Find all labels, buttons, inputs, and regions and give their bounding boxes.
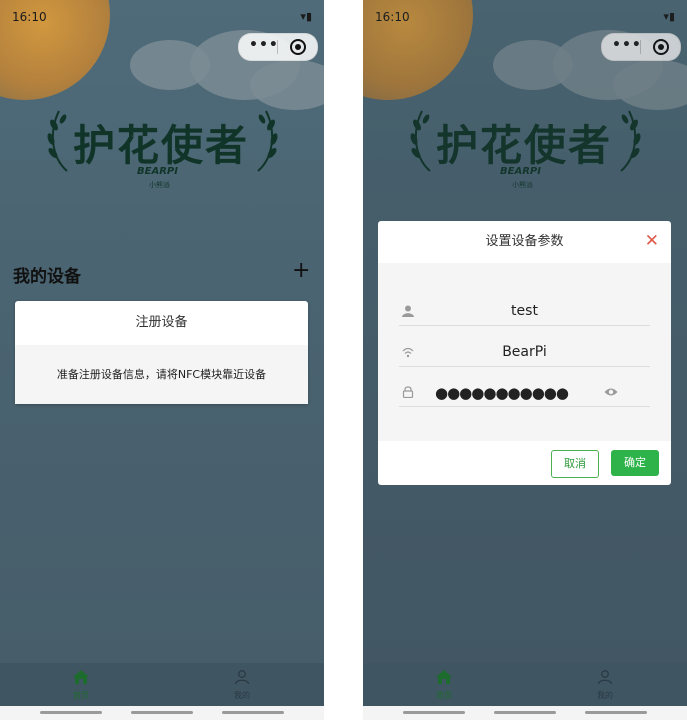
close-miniprogram-icon[interactable]	[290, 39, 306, 55]
logo-subtitle: 小熊派	[149, 181, 170, 189]
modal-title: 注册设备	[135, 315, 188, 330]
mini-program-capsule[interactable]: •••	[238, 33, 318, 61]
phone-screen-set-params: 16:10 ▾▮ ••• 护花使者 BEARPI 小熊派 设置设备参数 ✕ te…	[363, 0, 687, 720]
lock-icon	[402, 386, 414, 398]
laurel-right-icon	[257, 110, 278, 172]
user-icon	[597, 670, 613, 685]
logo-brand: BEARPI	[137, 166, 178, 177]
add-device-button[interactable]: +	[292, 258, 310, 283]
laurel-left-icon	[47, 110, 68, 172]
modal-message: 准备注册设备信息，请将NFC模块靠近设备	[15, 345, 308, 404]
confirm-button[interactable]: 确定	[611, 450, 659, 476]
dialog-title: 设置设备参数	[485, 234, 564, 249]
wifi-ssid-value[interactable]: BearPi	[399, 344, 650, 360]
status-time: 16:10	[12, 10, 47, 24]
wifi-ssid-field[interactable]: BearPi	[399, 340, 650, 367]
user-icon	[234, 670, 250, 685]
gesture-bar	[0, 706, 324, 720]
status-icons: ▾▮	[300, 10, 312, 23]
username-value[interactable]: test	[399, 303, 650, 319]
tab-mine-label: 我的	[234, 691, 250, 700]
password-value[interactable]: ●●●●●●●●●●●	[435, 384, 569, 402]
home-icon	[73, 670, 89, 684]
more-icon[interactable]: •••	[249, 37, 279, 53]
tab-home[interactable]: 首页	[414, 669, 474, 701]
phone-screen-devices: 16:10 ▾▮ ••• 护花使者 BEARPI 小熊派 我的设备 + 注册设备…	[0, 0, 324, 720]
tab-bar: 首页 我的	[0, 663, 324, 706]
cancel-button[interactable]: 取消	[551, 450, 599, 478]
password-field[interactable]: ●●●●●●●●●●●	[399, 380, 650, 407]
home-icon	[436, 670, 452, 684]
set-params-dialog: 设置设备参数 ✕ test BearPi ●●●●●●●●●●● 取消 确定	[378, 221, 671, 485]
logo-title: 护花使者	[73, 121, 250, 170]
gesture-bar	[363, 706, 687, 720]
username-field[interactable]: test	[399, 299, 650, 326]
app-logo: 护花使者 BEARPI 小熊派	[45, 102, 280, 192]
capsule-divider	[277, 40, 278, 54]
tab-bar: 首页 我的	[363, 663, 687, 706]
dialog-body: test BearPi ●●●●●●●●●●●	[378, 263, 671, 441]
close-icon[interactable]: ✕	[645, 231, 659, 251]
show-password-icon[interactable]	[604, 386, 618, 398]
tab-home-label: 首页	[436, 691, 452, 700]
tab-mine[interactable]: 我的	[212, 669, 272, 701]
register-device-modal: 注册设备 准备注册设备信息，请将NFC模块靠近设备	[15, 301, 308, 404]
tab-home[interactable]: 首页	[51, 669, 111, 701]
tab-mine-label: 我的	[597, 691, 613, 700]
my-devices-title: 我的设备	[13, 267, 81, 287]
tab-home-label: 首页	[73, 691, 89, 700]
tab-mine[interactable]: 我的	[575, 669, 635, 701]
